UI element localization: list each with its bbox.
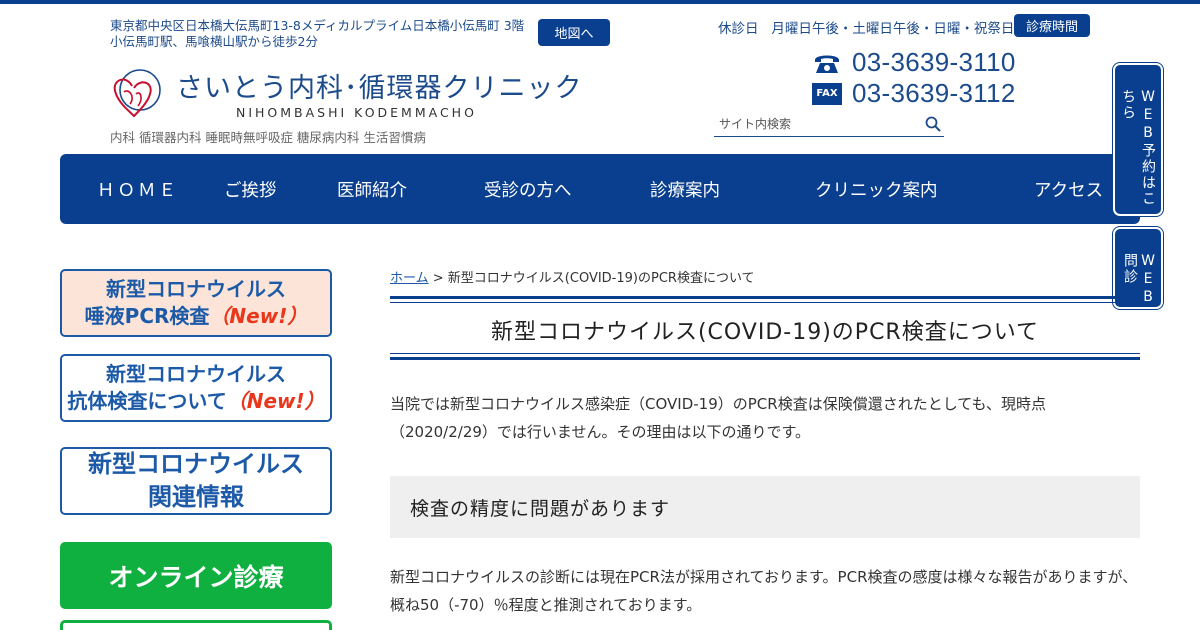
- heart-circle-logo-icon[interactable]: [108, 66, 164, 120]
- antibody-test-banner[interactable]: 新型コロナウイルス 抗体検査について（New!）: [60, 354, 332, 422]
- nav-item-services[interactable]: 診療案内: [650, 154, 720, 224]
- address-line: 東京都中央区日本橋大伝馬町13-8メディカルプライム日本橋小伝馬町 3階: [110, 18, 525, 33]
- site-search: [714, 112, 944, 137]
- banner-line: 抗体検査について: [67, 389, 227, 413]
- closed-days-info: 休診日 月曜日午後・土曜日午後・日曜・祝祭日: [718, 17, 1014, 37]
- search-icon[interactable]: [924, 115, 942, 133]
- page-title: 新型コロナウイルス(COVID-19)のPCR検査について: [490, 320, 1040, 345]
- map-button[interactable]: 地図へ: [538, 19, 610, 46]
- section-heading: 検査の精度に問題があります: [390, 476, 1140, 538]
- nav-item-doctor[interactable]: 医師紹介: [337, 154, 407, 224]
- breadcrumb-home-link[interactable]: ホーム: [390, 271, 429, 286]
- banner-line: 関連情報: [148, 483, 244, 511]
- breadcrumb-current: 新型コロナウイルス(COVID-19)のPCR検査について: [447, 271, 755, 286]
- online-consultation-banner[interactable]: オンライン診療: [60, 542, 332, 609]
- phone-number[interactable]: 03-3639-3110: [852, 47, 1016, 78]
- saliva-pcr-banner[interactable]: 新型コロナウイルス 唾液PCR検査（New!）: [60, 269, 332, 337]
- fax-number-row: FAX 03-3639-3112: [812, 78, 1016, 109]
- new-badge: （New!）: [226, 389, 325, 413]
- breadcrumb: ホーム > 新型コロナウイルス(COVID-19)のPCR検査について: [390, 267, 755, 286]
- banner-line: 新型コロナウイルス: [106, 362, 286, 386]
- banner-line: 新型コロナウイルス: [106, 277, 286, 301]
- banner-line: 新型コロナウイルス: [88, 450, 304, 478]
- fax-number: 03-3639-3112: [852, 78, 1016, 108]
- clinic-subtitle: NIHOMBASHI KODEMMACHO: [236, 105, 477, 120]
- closed-label: 休診日: [718, 21, 759, 37]
- telephone-icon: [812, 48, 842, 78]
- nav-item-access[interactable]: アクセス: [1034, 154, 1103, 224]
- web-reservation-tab[interactable]: WEB予約はこちら: [1113, 63, 1163, 216]
- intro-paragraph: 当院では新型コロナウイルス感染症（COVID-19）のPCR検査は保険償還された…: [390, 395, 1047, 441]
- page-title-box: 新型コロナウイルス(COVID-19)のPCR検査について: [390, 296, 1140, 360]
- next-sidebar-banner[interactable]: [60, 620, 332, 630]
- new-badge: （New!）: [209, 304, 308, 328]
- clinic-address: 東京都中央区日本橋大伝馬町13-8メディカルプライム日本橋小伝馬町 3階 小伝馬…: [110, 18, 540, 50]
- search-input[interactable]: [714, 112, 914, 136]
- hours-button[interactable]: 診療時間: [1014, 14, 1090, 37]
- phone-number-row[interactable]: 03-3639-3110: [812, 47, 1016, 78]
- fax-icon: FAX: [812, 82, 842, 105]
- covid-info-banner[interactable]: 新型コロナウイルス 関連情報: [60, 447, 332, 515]
- nav-item-clinic[interactable]: クリニック案内: [815, 154, 938, 224]
- nav-item-greeting[interactable]: ご挨拶: [224, 154, 277, 224]
- top-accent-bar: [0, 0, 1200, 4]
- closed-days: 月曜日午後・土曜日午後・日曜・祝祭日: [771, 21, 1015, 37]
- banner-line: 唾液PCR検査: [84, 304, 210, 328]
- nav-item-patients[interactable]: 受診の方へ: [484, 154, 572, 224]
- breadcrumb-separator: >: [428, 271, 448, 286]
- banner-line: オンライン診療: [108, 562, 284, 592]
- section-paragraph: 新型コロナウイルスの診断には現在PCR法が採用されております。PCR検査の感度は…: [390, 568, 1138, 614]
- clinic-name[interactable]: さいとう内科･循環器クリニック: [176, 66, 583, 105]
- access-line: 小伝馬町駅、馬喰横山駅から徒歩2分: [110, 34, 318, 49]
- nav-item-home[interactable]: ＨＯＭＥ: [97, 154, 179, 224]
- web-reservation-label: WEB予約はこちら: [1120, 89, 1156, 207]
- main-navigation: ＨＯＭＥ ご挨拶 医師紹介 受診の方へ 診療案内 クリニック案内 アクセス: [60, 154, 1140, 224]
- specialties-tagline: 内科 循環器内科 睡眠時無呼吸症 糖尿病内科 生活習慣病: [110, 130, 426, 145]
